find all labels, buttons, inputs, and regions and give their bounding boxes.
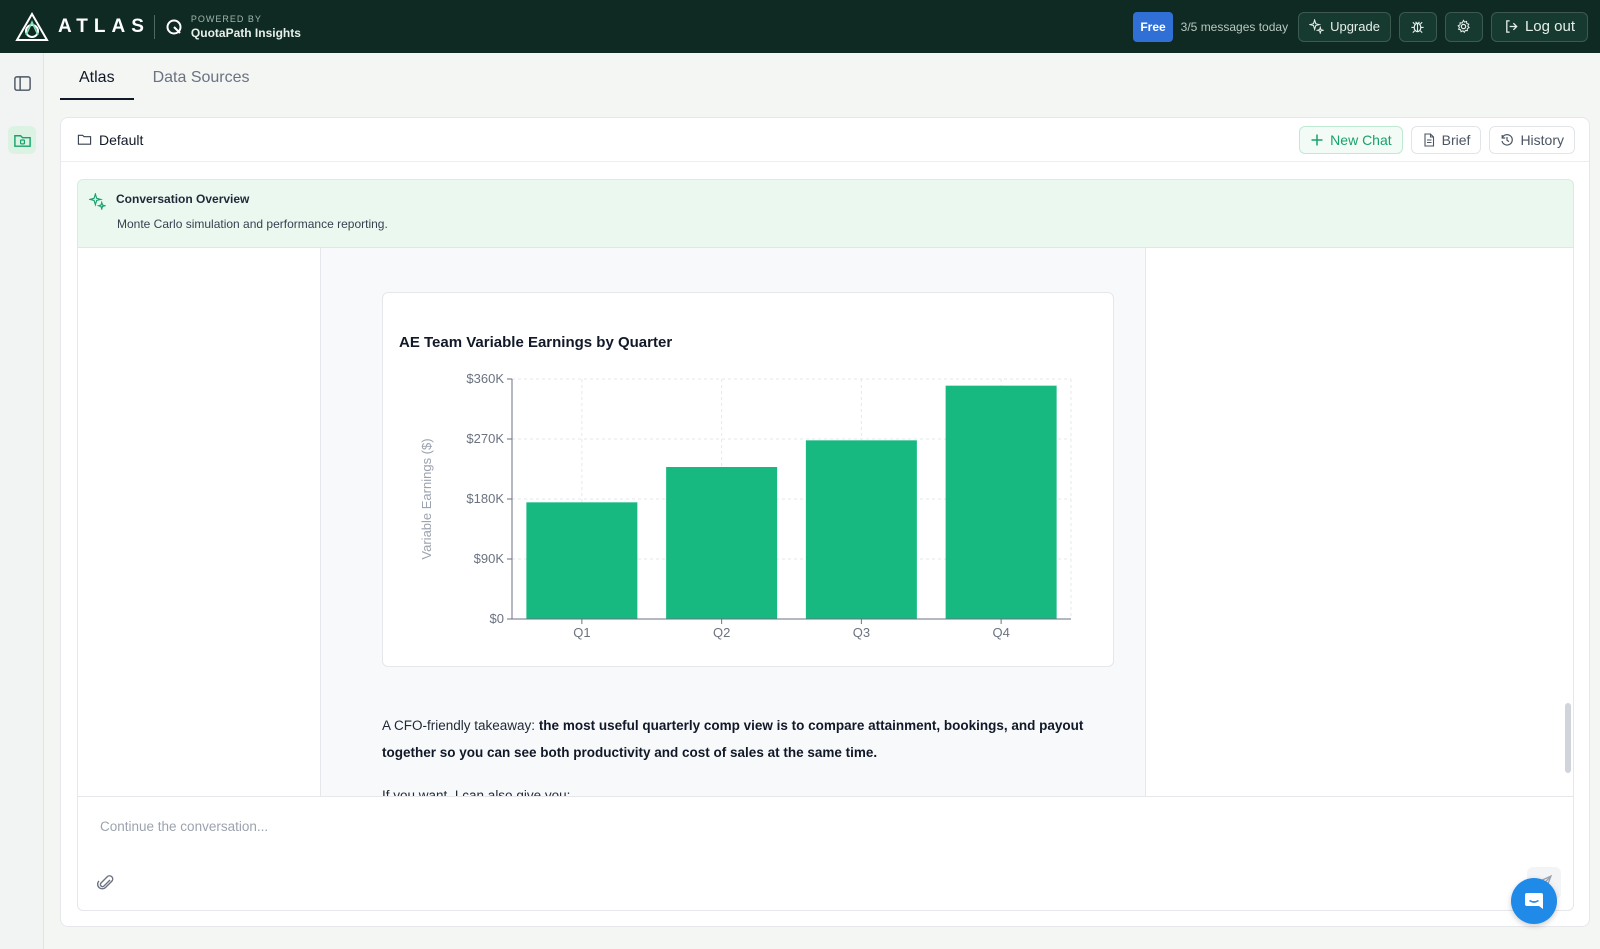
folder-name: Default	[99, 131, 144, 148]
document-icon	[1424, 132, 1434, 147]
sidebar-toggle-icon	[13, 75, 31, 91]
left-rail	[0, 53, 44, 949]
chat-icon	[1525, 893, 1543, 909]
top-bar-actions: Free 3/5 messages today Upgrade Log out	[1133, 11, 1588, 42]
atlas-logo-icon	[15, 11, 49, 41]
message-input[interactable]	[100, 819, 1300, 834]
tab-data-sources[interactable]: Data Sources	[134, 55, 269, 100]
upgrade-button[interactable]: Upgrade	[1298, 11, 1391, 42]
history-icon	[1501, 133, 1514, 146]
main-tabs: Atlas Data Sources	[60, 55, 269, 100]
chat-header: Default New Chat Brief History	[61, 118, 1589, 162]
settings-button[interactable]	[1444, 11, 1483, 42]
y-tick-label: $0	[490, 611, 504, 626]
y-tick-label: $180K	[466, 491, 504, 506]
tab-atlas[interactable]: Atlas	[60, 55, 134, 100]
brief-label: Brief	[1441, 131, 1471, 148]
plus-icon	[1311, 134, 1323, 145]
powered-by-name: QuotaPath Insights	[190, 25, 301, 40]
bar-q2	[666, 467, 778, 619]
history-label: History	[1520, 131, 1564, 148]
top-bar: ATLAS POWERED BY QuotaPath Insights Free…	[0, 0, 1600, 53]
atlas-wordmark: ATLAS	[58, 15, 150, 37]
x-tick-label: Q4	[992, 625, 1009, 640]
plan-badge: Free	[1133, 11, 1173, 42]
gear-icon	[1457, 19, 1471, 34]
bar-q1	[526, 502, 638, 619]
upgrade-label: Upgrade	[1330, 19, 1380, 34]
powered-by: POWERED BY QuotaPath Insights	[190, 13, 301, 40]
y-tick-label: $270K	[466, 431, 504, 446]
folders-button[interactable]	[8, 126, 36, 154]
logo-divider	[153, 14, 155, 39]
new-chat-button[interactable]: New Chat	[1299, 125, 1403, 154]
bar-q3	[805, 440, 917, 619]
message-scroll-area[interactable]: AE Team Variable Earnings by Quarter $0 $…	[77, 248, 1574, 796]
powered-by-label: POWERED BY	[190, 13, 262, 24]
chat-header-actions: New Chat Brief History	[1299, 125, 1575, 154]
atlas-logo[interactable]: ATLAS	[14, 11, 150, 42]
brief-button[interactable]: Brief	[1410, 125, 1482, 154]
scrollbar-thumb[interactable]	[1565, 703, 1571, 773]
support-chat-button[interactable]	[1511, 878, 1557, 924]
message-count: 3/5 messages today	[1180, 19, 1289, 34]
sparkle-icon	[1309, 19, 1325, 34]
x-tick-label: Q2	[713, 625, 730, 640]
overview-summary: Monte Carlo simulation and performance r…	[117, 217, 388, 231]
takeaway-text: A CFO-friendly takeaway: the most useful…	[382, 712, 1122, 766]
logout-button[interactable]: Log out	[1490, 11, 1588, 42]
y-tick-label: $90K	[474, 551, 505, 566]
overview-title: Conversation Overview	[116, 192, 250, 206]
y-axis-label: Variable Earnings ($)	[419, 438, 434, 559]
quotapath-logo-icon	[166, 19, 182, 34]
folder-outline-icon	[77, 134, 92, 145]
bar-chart: $0 $90K $180K $270K $360K Q1 Q2 Q3 Q4 Variable Ea…	[419, 371, 1072, 640]
y-tick-label: $360K	[466, 371, 504, 386]
paperclip-icon[interactable]	[96, 873, 116, 893]
x-tick-label: Q3	[853, 625, 870, 640]
bug-report-button[interactable]	[1398, 11, 1437, 42]
assistant-message: AE Team Variable Earnings by Quarter $0 $…	[320, 248, 1146, 796]
cutoff-line: If you want, I can also give you:	[382, 788, 571, 796]
logout-label: Log out	[1524, 18, 1575, 35]
chart-card: AE Team Variable Earnings by Quarter $0 $…	[382, 292, 1114, 667]
history-button[interactable]: History	[1489, 125, 1575, 154]
chat-card: Default New Chat Brief History Conversat…	[60, 117, 1590, 927]
conversation-overview: Conversation Overview Monte Carlo simula…	[77, 179, 1574, 248]
bar-q4	[945, 385, 1057, 619]
x-tick-label: Q1	[573, 625, 590, 640]
logout-icon	[1506, 20, 1518, 33]
toggle-sidebar-button[interactable]	[8, 69, 36, 97]
folder-icon	[13, 134, 31, 147]
sparkle-icon	[89, 193, 106, 210]
folder-selector[interactable]: Default	[77, 132, 143, 148]
composer	[77, 796, 1574, 911]
takeaway-intro: A CFO-friendly takeaway:	[382, 718, 539, 733]
bug-icon	[1411, 21, 1425, 33]
new-chat-label: New Chat	[1330, 131, 1392, 148]
